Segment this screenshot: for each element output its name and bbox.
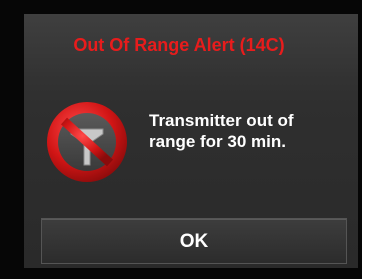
no-signal-antenna-icon xyxy=(47,102,127,182)
dialog-title-bar: Out Of Range Alert (14C) xyxy=(24,14,358,72)
alert-message-line2: range for 30 min. xyxy=(149,132,286,151)
alert-title: Out Of Range Alert (14C) xyxy=(73,35,285,55)
ok-button[interactable]: OK xyxy=(41,218,347,264)
device-screen: Out Of Range Alert (14C) Transmitter out… xyxy=(0,0,362,279)
alert-message-line1: Transmitter out of xyxy=(149,111,294,130)
alert-message: Transmitter out of range for 30 min. xyxy=(149,110,349,152)
